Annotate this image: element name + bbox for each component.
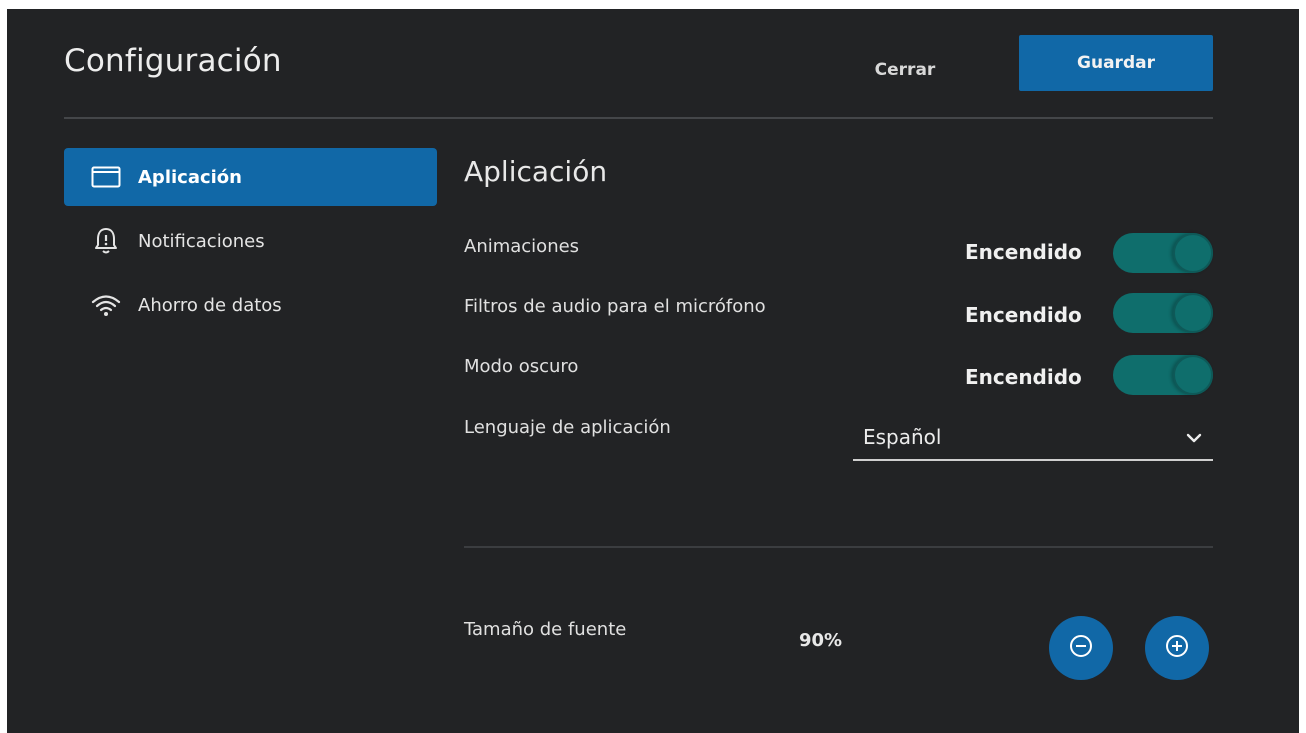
toggle-knob — [1173, 233, 1213, 273]
sidebar: Aplicación Notificaciones Ahorro de dato… — [64, 148, 437, 334]
window-icon — [90, 163, 122, 191]
audio-filters-label: Filtros de audio para el micrófono — [464, 296, 766, 317]
chevron-down-icon — [1183, 427, 1205, 449]
dark-mode-label: Modo oscuro — [464, 356, 579, 377]
language-value: Español — [863, 425, 942, 449]
font-size-label: Tamaño de fuente — [464, 619, 627, 640]
toggle-knob — [1173, 293, 1213, 333]
audio-filters-state: Encendido — [965, 303, 1082, 327]
font-size-value: 90% — [799, 630, 843, 651]
sidebar-item-label: Notificaciones — [138, 230, 265, 252]
wifi-icon — [90, 291, 122, 319]
animations-label: Animaciones — [464, 236, 580, 257]
language-select[interactable]: Español — [853, 417, 1213, 461]
language-label: Lenguaje de aplicación — [464, 417, 671, 438]
toggle-knob — [1173, 355, 1213, 395]
dark-mode-toggle[interactable] — [1113, 355, 1213, 395]
bell-alert-icon — [90, 227, 122, 255]
audio-filters-toggle[interactable] — [1113, 293, 1213, 333]
dark-mode-state: Encendido — [965, 365, 1082, 389]
sidebar-item-label: Aplicación — [138, 166, 242, 188]
settings-panel: Configuración Cerrar Guardar Aplicación … — [7, 9, 1299, 733]
page-title: Configuración — [64, 43, 282, 79]
plus-circle-icon — [1165, 634, 1189, 662]
save-button[interactable]: Guardar — [1019, 35, 1213, 91]
section-title: Aplicación — [464, 155, 608, 188]
sidebar-item-label: Ahorro de datos — [138, 294, 282, 316]
close-button[interactable]: Cerrar — [865, 49, 945, 91]
animations-toggle[interactable] — [1113, 233, 1213, 273]
header-divider — [64, 117, 1213, 119]
decrease-font-button[interactable] — [1049, 616, 1113, 680]
sidebar-item-ahorro-de-datos[interactable]: Ahorro de datos — [64, 276, 437, 334]
animations-state: Encendido — [965, 240, 1082, 264]
sidebar-item-aplicacion[interactable]: Aplicación — [64, 148, 437, 206]
increase-font-button[interactable] — [1145, 616, 1209, 680]
section-divider — [464, 546, 1213, 548]
minus-circle-icon — [1069, 634, 1093, 662]
sidebar-item-notificaciones[interactable]: Notificaciones — [64, 212, 437, 270]
